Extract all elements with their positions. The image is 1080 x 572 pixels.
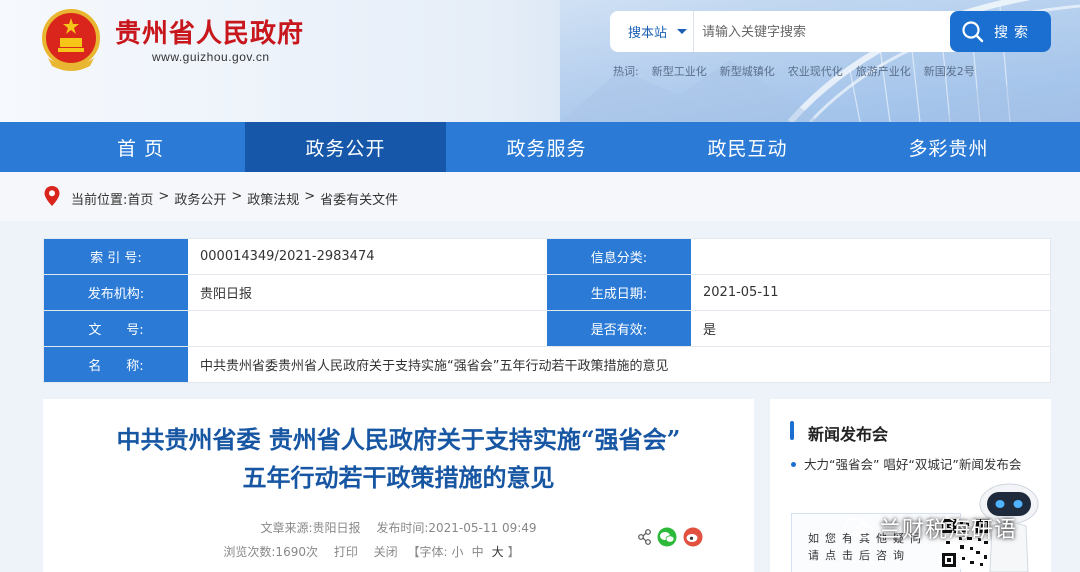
sidebar-accent (790, 421, 794, 440)
weibo-share-icon[interactable] (683, 527, 703, 547)
hotword-item[interactable]: 新国发2号 (924, 63, 975, 79)
close-link[interactable]: 关闭 (374, 545, 398, 559)
meta-label: 信息分类: (547, 239, 691, 274)
search-scope-label: 搜本站 (628, 26, 668, 41)
meta-label: 文 号: (44, 311, 188, 346)
breadcrumb-provincial-documents[interactable]: 省委有关文件 (320, 189, 398, 208)
site-header: 贵州省人民政府 www.guizhou.gov.cn 搜本站 搜索 热词: 新型… (0, 0, 1080, 122)
meta-value-index: 000014349/2021-2983474 (200, 249, 375, 264)
hotwords-label: 热词: (613, 65, 639, 78)
meta-value-date: 2021-05-11 (703, 285, 779, 300)
meta-value-publisher: 贵阳日报 (200, 287, 253, 302)
search-button[interactable]: 搜索 (950, 11, 1051, 52)
article-title: 中共贵州省委 贵州省人民政府关于支持实施“强省会” 五年行动若干政策措施的意见 (43, 421, 754, 497)
sidebar-news-item[interactable]: 大力“强省会” 唱好“双城记”新闻发布会 (791, 455, 1034, 474)
breadcrumb-separator: > (158, 189, 170, 204)
font-size-prefix: 【字体: (407, 545, 448, 559)
meta-row: 索 引 号: 000014349/2021-2983474 信息分类: (44, 239, 1050, 275)
watermark: 兰财税海研语 (843, 512, 1017, 544)
search-scope-select[interactable]: 搜本站 (610, 11, 694, 52)
wechat-share-icon[interactable] (657, 527, 677, 547)
caret-down-icon (677, 29, 687, 34)
meta-row: 文 号: 是否有效: 是 (44, 311, 1050, 347)
meta-value-name: 中共贵州省委贵州省人民政府关于支持实施“强省会”五年行动若干政策措施的意见 (200, 359, 669, 374)
site-title[interactable]: 贵州省人民政府 (115, 13, 304, 50)
meta-label: 是否有效: (547, 311, 691, 346)
meta-label: 生成日期: (547, 275, 691, 310)
meta-row: 发布机构: 贵阳日报 生成日期: 2021-05-11 (44, 275, 1050, 311)
nav-item-home[interactable]: 首页 (43, 122, 245, 172)
font-large-button[interactable]: 大 (492, 545, 504, 559)
search-input[interactable] (702, 21, 942, 43)
location-pin-icon (44, 186, 60, 206)
document-meta-table: 索 引 号: 000014349/2021-2983474 信息分类: 发布机构… (43, 238, 1051, 383)
article-title-line2: 五年行动若干政策措施的意见 (242, 463, 555, 492)
breadcrumb-separator: > (304, 189, 316, 204)
breadcrumb-home[interactable]: 首页 (127, 189, 153, 208)
wechat-watermark-icon (844, 518, 873, 539)
search-box: 搜本站 搜索 (610, 11, 1051, 52)
sidebar-title: 新闻发布会 (808, 425, 889, 444)
font-medium-button[interactable]: 中 (472, 545, 484, 559)
font-small-button[interactable]: 小 (452, 545, 464, 559)
article-published: 发布时间:2021-05-11 09:49 (376, 521, 537, 535)
article-meta-line2: 浏览次数:1690次 打印 关闭 【字体: 小中大】 (13, 543, 724, 560)
nav-item-interaction[interactable]: 政民互动 (647, 122, 848, 172)
meta-label: 名 称: (44, 347, 188, 382)
hotword-item[interactable]: 新型工业化 (652, 63, 707, 79)
article-views: 浏览次数:1690次 (223, 545, 318, 559)
consult-line2: 请点击后咨询 (808, 549, 910, 562)
hotword-item[interactable]: 农业现代化 (788, 63, 843, 79)
meta-label: 索 引 号: (44, 239, 188, 274)
breadcrumb: 当前位置: 首页 > 政务公开 > 政策法规 > 省委有关文件 (71, 189, 398, 208)
national-emblem-icon (42, 9, 100, 71)
site-url[interactable]: www.guizhou.gov.cn (152, 50, 270, 64)
print-link[interactable]: 打印 (334, 545, 358, 559)
meta-value-docno (188, 311, 547, 346)
main-nav: 首页 政务公开 政务服务 政民互动 多彩贵州 (0, 122, 1080, 172)
meta-value-category (691, 239, 1050, 274)
breadcrumb-policies[interactable]: 政策法规 (247, 189, 299, 208)
breadcrumb-separator: > (231, 189, 243, 204)
nav-item-services[interactable]: 政务服务 (446, 122, 647, 172)
share-bar (638, 527, 703, 547)
watermark-text: 兰财税海研语 (879, 518, 1018, 543)
nav-item-colorful-guizhou[interactable]: 多彩贵州 (848, 122, 1049, 172)
hotwords: 热词: 新型工业化 新型城镇化 农业现代化 旅游产业化 新国发2号 (613, 63, 975, 79)
article-source: 文章来源:贵阳日报 (260, 521, 361, 535)
meta-label: 发布机构: (44, 275, 188, 310)
breadcrumb-government-affairs[interactable]: 政务公开 (174, 189, 226, 208)
share-icon[interactable] (638, 529, 651, 545)
breadcrumb-prefix: 当前位置: (71, 193, 128, 208)
search-button-label: 搜索 (994, 24, 1034, 41)
hotword-item[interactable]: 旅游产业化 (856, 63, 911, 79)
article-title-line1: 中共贵州省委 贵州省人民政府关于支持实施“强省会” (116, 425, 681, 454)
font-size-suffix: 】 (507, 545, 520, 559)
hotword-item[interactable]: 新型城镇化 (720, 63, 775, 79)
meta-row: 名 称: 中共贵州省委贵州省人民政府关于支持实施“强省会”五年行动若干政策措施的… (44, 347, 1050, 383)
search-icon (962, 20, 984, 42)
meta-value-valid: 是 (703, 323, 717, 338)
nav-item-government-affairs[interactable]: 政务公开 (245, 122, 446, 172)
font-size-control: 【字体: 小中大】 (408, 545, 520, 559)
